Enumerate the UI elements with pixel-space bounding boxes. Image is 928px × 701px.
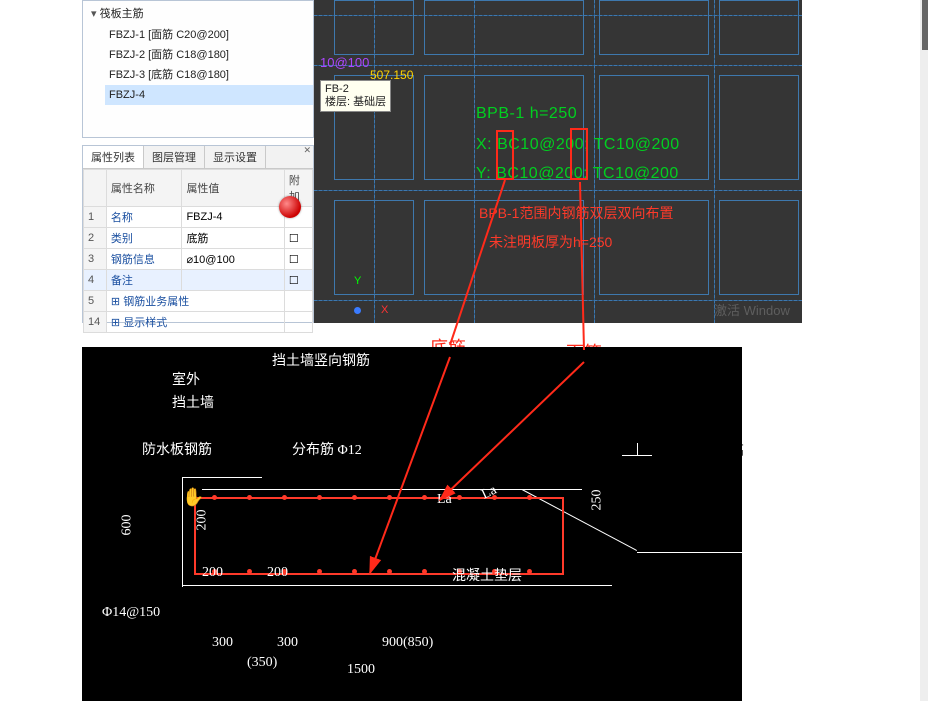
property-tabs: 属性列表 图层管理 显示设置 (83, 146, 313, 169)
dim-900: 900(850) (382, 635, 433, 651)
dim-phi: Φ14@150 (102, 605, 160, 621)
dim-200v: 200 (195, 510, 211, 531)
table-row: 5 ⊞ 钢筋业务属性 (84, 291, 313, 312)
axis-y-label: Y (354, 275, 361, 287)
hand-cursor-icon: ✋ (182, 487, 204, 508)
dim-250: 250 (590, 490, 606, 511)
tree-item[interactable]: FBZJ-1 [面筋 C20@200] (105, 25, 313, 45)
component-tree[interactable]: 筏板主筋 FBZJ-1 [面筋 C20@200] FBZJ-2 [面筋 C18@… (82, 0, 314, 138)
red-highlight-box (570, 128, 588, 180)
col-value: 属性值 (182, 170, 284, 207)
table-row: 3 钢筋信息 ⌀10@100 ☐ (84, 249, 313, 270)
col-name: 属性名称 (106, 170, 182, 207)
lbl-distrib: 分布筋 Φ12 (292, 439, 362, 459)
tab-layers[interactable]: 图层管理 (144, 146, 205, 168)
page-scrollbar[interactable] (920, 0, 928, 701)
lbl-la: La (479, 483, 499, 504)
dim-1500: 1500 (347, 662, 375, 678)
tooltip-line: 楼层: 基础层 (325, 96, 386, 109)
lbl-raft-top-level: 筏板顶标高 (660, 558, 730, 578)
watermark-text: 激活 Window (714, 300, 790, 319)
table-row: 1 名称 FBZJ-4 (84, 207, 313, 228)
remark-input[interactable] (182, 270, 284, 291)
dim-600: 600 (120, 515, 136, 536)
rebar-tag: 10@100 (320, 55, 369, 70)
lbl-wp-rebar: 防水板钢筋 (142, 439, 212, 459)
dim-300: 300 (277, 635, 298, 651)
tree-root[interactable]: 筏板主筋 (83, 1, 313, 25)
tree-item[interactable]: FBZJ-2 [面筋 C18@180] (105, 45, 313, 65)
col-num (84, 170, 107, 207)
red-highlight-box (496, 130, 514, 180)
property-grid[interactable]: 属性名称 属性值 附加 1 名称 FBZJ-4 2 类别 底筋 ☐ 3 (83, 169, 313, 333)
dim-200: 200 (202, 565, 223, 581)
ucs-origin-icon (354, 307, 361, 314)
lbl-wp-top-level: 防水板顶标高 (660, 440, 744, 460)
lbl-retain-vert: 挡土墙竖向钢筋 (272, 350, 370, 370)
upper-composite: 筏板主筋 FBZJ-1 [面筋 C20@200] FBZJ-2 [面筋 C18@… (82, 0, 802, 323)
tab-display[interactable]: 显示设置 (205, 146, 266, 168)
section-drawing: ✋ 挡土墙竖向钢筋 室外 挡土墙 防水板钢筋 分布筋 Φ12 La La 混凝土… (82, 347, 742, 701)
dim-350: (350) (247, 655, 277, 671)
dim-200: 200 (267, 565, 288, 581)
close-icon[interactable]: ✕ (303, 145, 311, 156)
axis-x-label: X (381, 304, 388, 316)
table-row: 2 类别 底筋 ☐ (84, 228, 313, 249)
cursor-icon (279, 196, 301, 218)
tree-item-selected[interactable]: FBZJ-4 (105, 85, 313, 105)
tab-properties[interactable]: 属性列表 (83, 146, 144, 168)
plan-note: BPB-1 h=250 (476, 105, 577, 123)
lbl-la: La (437, 492, 452, 508)
tooltip-line: FB-2 (325, 83, 386, 96)
scroll-thumb[interactable] (922, 0, 928, 50)
lbl-retain-wall: 挡土墙 (172, 392, 214, 412)
lbl-cushion: 混凝土垫层 (452, 565, 522, 585)
lbl-outdoor: 室外 (172, 369, 200, 389)
table-row-selected: 4 备注 ☐ (84, 270, 313, 291)
plan-red-note: BPB-1范围内钢筋双层双向布置 (479, 203, 673, 223)
dim-300: 300 (212, 635, 233, 651)
plan-red-note: 未注明板厚为h=250 (489, 232, 612, 252)
element-tooltip: FB-2 楼层: 基础层 (320, 80, 391, 112)
tree-item[interactable]: FBZJ-3 [底筋 C18@180] (105, 65, 313, 85)
property-panel: ✕ 属性列表 图层管理 显示设置 属性名称 属性值 附加 1 名称 FBZJ-4 (82, 145, 314, 323)
cad-viewport[interactable]: 10@100 507.150 FB-2 楼层: 基础层 BPB-1 h=250 … (314, 0, 802, 323)
table-row: 14 ⊞ 显示样式 (84, 312, 313, 333)
